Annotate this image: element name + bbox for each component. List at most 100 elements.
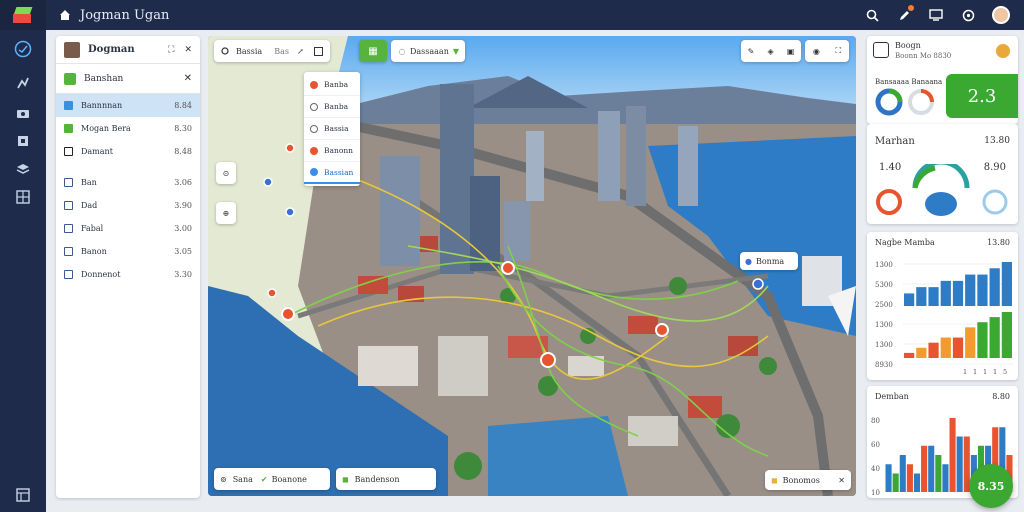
route-b-pill[interactable]: ◼ Bandenson xyxy=(336,468,436,490)
home-icon[interactable] xyxy=(58,8,72,22)
bar xyxy=(916,347,927,358)
expand-icon[interactable]: ⛶ xyxy=(168,45,174,55)
layer-item[interactable]: Mogan Bera 8.30 xyxy=(56,117,200,140)
metrics-value-a: 13.80 xyxy=(984,136,1010,146)
y-tick-label: 1300 xyxy=(875,341,893,349)
filter-dropdown[interactable]: ◌ Dassaaan ▼ xyxy=(391,40,465,62)
collapse-icon[interactable]: ✕ xyxy=(184,73,192,84)
bar xyxy=(965,274,976,306)
layer-label: Dad xyxy=(81,201,98,210)
layers-icon[interactable] xyxy=(14,132,32,150)
coin-icon xyxy=(996,44,1010,58)
menu-item-label: Banonn xyxy=(324,146,353,155)
big-metric: 2.3 xyxy=(946,74,1018,118)
app-logo[interactable] xyxy=(0,0,46,30)
gauge-cluster xyxy=(876,164,1008,216)
layer-item[interactable]: Ban 3.06 xyxy=(56,171,200,194)
bar xyxy=(952,337,964,358)
metrics-title: Marhan xyxy=(875,136,915,147)
layer-item[interactable]: Damant 8.48 xyxy=(56,140,200,163)
bar xyxy=(899,455,906,492)
layer-icon xyxy=(64,124,73,133)
layer-label: Fabal xyxy=(81,224,104,233)
share-icon[interactable]: ↗ xyxy=(297,47,304,56)
bar xyxy=(940,280,951,306)
close-icon[interactable]: ✕ xyxy=(838,476,845,485)
layer-label: Banon xyxy=(81,247,107,256)
table-icon[interactable] xyxy=(14,486,32,504)
bottom-right-pill[interactable]: ◼ Bonomos ✕ xyxy=(765,470,851,490)
dashboard-icon[interactable] xyxy=(14,40,32,58)
measure-icon[interactable]: ▣ xyxy=(787,47,795,56)
layer-item[interactable]: Fabal 3.00 xyxy=(56,217,200,240)
locate-button[interactable]: ⊙ xyxy=(216,162,236,184)
layer-item[interactable]: Donnenot 3.30 xyxy=(56,263,200,286)
route-icon[interactable] xyxy=(14,74,32,92)
panel-title: Dogman xyxy=(88,44,135,55)
app-title: Jogman Ugan xyxy=(80,7,170,23)
bar xyxy=(885,464,892,492)
bar xyxy=(977,274,988,306)
layer-item[interactable]: Dad 3.90 xyxy=(56,194,200,217)
pin-icon[interactable]: ⊚ xyxy=(220,475,227,484)
camera-icon[interactable] xyxy=(14,104,32,122)
pin-icon xyxy=(310,146,318,155)
menu-item[interactable]: Banba xyxy=(304,74,360,96)
square-icon[interactable] xyxy=(313,46,323,56)
layer-item[interactable]: Banon 3.05 xyxy=(56,240,200,263)
y-tick-label: 80 xyxy=(871,417,880,425)
monitor-icon[interactable] xyxy=(928,7,944,23)
draw-icon[interactable]: ✎ xyxy=(748,47,755,56)
top-bar: Jogman Ugan xyxy=(0,0,1024,30)
metrics-card: Marhan 13.80 1.40 8.90 xyxy=(867,124,1018,224)
map-layers-button[interactable]: ▦ xyxy=(359,40,387,62)
bar xyxy=(1001,262,1012,306)
menu-item[interactable]: Banba xyxy=(304,96,360,118)
map-view[interactable]: Bassia Bas ↗ ▦ ◌ Dassaaan ▼ ✎ ◈ ▣ ◉ ⛶ Ba… xyxy=(208,36,856,496)
menu-item[interactable]: Banonn xyxy=(304,140,360,162)
bar xyxy=(977,322,988,358)
user-avatar[interactable] xyxy=(992,6,1010,24)
settings-icon[interactable] xyxy=(960,7,976,23)
bar xyxy=(940,337,951,358)
zoom-button[interactable]: ⊕ xyxy=(216,202,236,224)
compass-icon[interactable]: ◉ xyxy=(813,47,820,56)
grid-icon: ▦ xyxy=(368,45,378,57)
check-icon xyxy=(310,168,318,176)
close-icon[interactable]: ✕ xyxy=(184,45,192,55)
menu-item-selected[interactable]: Bassian xyxy=(304,162,360,184)
panel-subheader[interactable]: Banshan ✕ xyxy=(56,64,200,94)
edit-icon[interactable] xyxy=(896,5,914,23)
primary-action-button[interactable]: 8.35 xyxy=(969,464,1013,508)
menu-item[interactable]: Bassia xyxy=(304,118,360,140)
fullscreen-icon[interactable]: ⛶ xyxy=(836,46,842,56)
x-tick-label: 1 xyxy=(993,368,997,376)
bar xyxy=(916,287,927,306)
map-search-bar[interactable]: Bassia Bas ↗ xyxy=(214,40,330,62)
layer-value: 8.30 xyxy=(174,124,192,133)
bar xyxy=(935,455,942,492)
search-icon xyxy=(220,46,230,56)
panel-avatar xyxy=(64,41,80,58)
overview-card: Boogn Boonn Mo 8830 Bansaaaa Banaana 2.3 xyxy=(867,36,1018,124)
layers-icon[interactable]: ◈ xyxy=(767,47,773,56)
bar-chart-card: Nagbe Mamba 13.80 1300 5300 2500 1300 1300 89… xyxy=(867,232,1018,380)
menu-item-label: Bassian xyxy=(324,167,354,177)
y-tick-label: 60 xyxy=(871,441,880,449)
y-tick-label: 1300 xyxy=(875,321,893,329)
route-a-label[interactable]: Boanone xyxy=(272,475,307,484)
layer-icon xyxy=(64,178,73,187)
map-marker-label[interactable]: ● Bonma xyxy=(740,252,798,270)
bar xyxy=(1001,312,1012,358)
bar xyxy=(906,464,913,492)
bar xyxy=(928,445,935,492)
bar xyxy=(904,352,915,358)
layer-item[interactable]: Bannnnan 8.84 xyxy=(56,94,200,117)
locate-icon: ⊙ xyxy=(222,168,230,178)
map-tools-group: ✎ ◈ ▣ xyxy=(741,40,801,62)
grid-icon[interactable] xyxy=(14,188,32,206)
notification-dot xyxy=(908,5,914,11)
search-icon[interactable] xyxy=(864,7,880,23)
x-tick-label: 1 xyxy=(973,368,977,376)
stack-icon[interactable] xyxy=(14,160,32,178)
